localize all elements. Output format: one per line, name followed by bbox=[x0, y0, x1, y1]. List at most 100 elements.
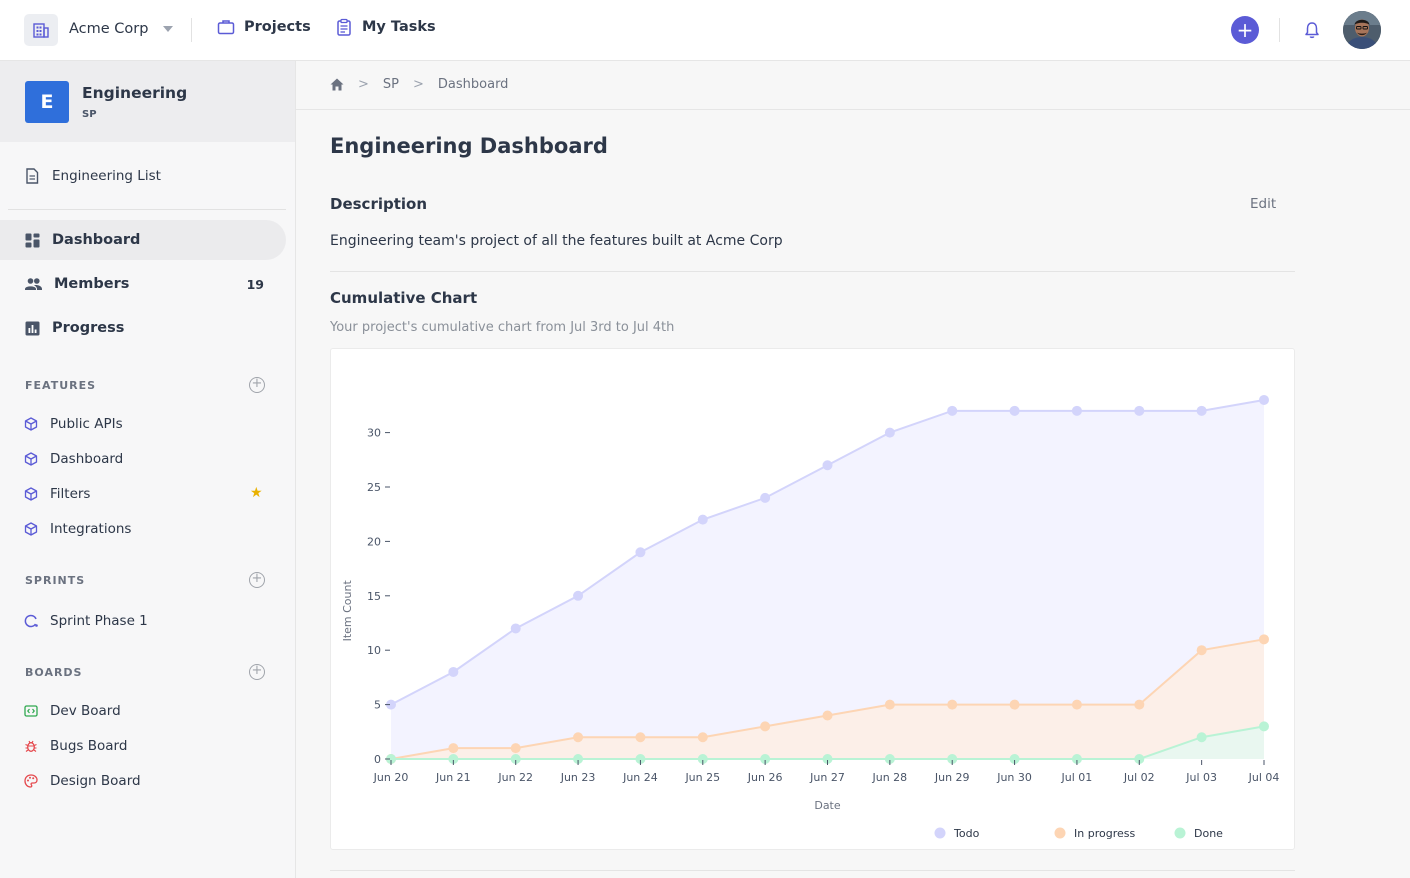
bug-icon bbox=[25, 740, 37, 752]
sidebar-item-progress[interactable]: Progress bbox=[0, 308, 286, 348]
description-text: Engineering team's project of all the fe… bbox=[330, 233, 783, 249]
add-sprint-icon[interactable]: + bbox=[249, 572, 265, 588]
sidebar-item-filters[interactable]: Filters bbox=[24, 486, 90, 502]
sidebar-item-label: Dashboard bbox=[52, 232, 141, 248]
data-point-in-progress bbox=[573, 732, 584, 743]
chevron-right-icon: > bbox=[358, 77, 369, 92]
org-dropdown-caret-icon[interactable] bbox=[163, 26, 173, 32]
data-point-todo bbox=[448, 666, 459, 677]
cumulative-chart-card: 0 5 10 15 20 25 30 Jun 20 Jun 21 Jun 22 Jun 23 Jun … bbox=[330, 348, 1295, 850]
member-count-badge: 19 bbox=[246, 276, 264, 292]
x-tick-label: Jun 21 bbox=[435, 771, 471, 784]
sidebar-item-label: Members bbox=[54, 276, 130, 292]
home-icon[interactable] bbox=[330, 78, 344, 91]
legend-swatch bbox=[934, 827, 946, 839]
x-tick-label: Jun 29 bbox=[934, 771, 970, 784]
sidebar-item-label: Sprint Phase 1 bbox=[50, 613, 148, 629]
y-axis-title: Item Count bbox=[341, 580, 354, 642]
avatar[interactable] bbox=[1343, 11, 1381, 49]
sidebar-item-label: Progress bbox=[52, 320, 125, 336]
add-feature-icon[interactable]: + bbox=[249, 377, 265, 393]
project-header[interactable]: E Engineering SP bbox=[0, 61, 295, 142]
data-point-in-progress bbox=[884, 699, 895, 710]
data-point-in-progress bbox=[510, 743, 521, 754]
sprints-section-title: SPRINTS bbox=[25, 574, 86, 587]
building-icon[interactable] bbox=[24, 14, 58, 46]
sidebar-item-label: Public APIs bbox=[50, 416, 123, 432]
add-board-icon[interactable]: + bbox=[249, 664, 265, 680]
data-point-todo bbox=[1196, 405, 1207, 416]
data-point-in-progress bbox=[448, 743, 459, 754]
edit-description-button[interactable]: Edit bbox=[1250, 196, 1276, 212]
sidebar-item-dev-board[interactable]: Dev Board bbox=[24, 703, 121, 719]
x-tick-label: Jun 28 bbox=[872, 771, 908, 784]
divider bbox=[1279, 18, 1280, 42]
x-tick-label: Jul 03 bbox=[1185, 771, 1217, 784]
data-point-in-progress bbox=[1259, 634, 1269, 645]
x-tick-label: Jun 30 bbox=[996, 771, 1032, 784]
x-tick-label: Jun 25 bbox=[684, 771, 720, 784]
x-axis-title: Date bbox=[814, 799, 841, 812]
org-name[interactable]: Acme Corp bbox=[69, 21, 148, 37]
data-point-todo bbox=[947, 405, 958, 416]
data-point-todo bbox=[573, 590, 584, 601]
data-point-in-progress bbox=[760, 721, 771, 732]
breadcrumb-item[interactable]: Dashboard bbox=[438, 77, 509, 92]
data-point-in-progress bbox=[947, 699, 958, 710]
data-point-todo bbox=[1259, 394, 1269, 405]
x-tick-label: Jun 26 bbox=[747, 771, 783, 784]
sidebar-item-label: Engineering List bbox=[52, 168, 161, 184]
sidebar-item-engineering-list[interactable]: Engineering List bbox=[25, 168, 161, 184]
x-tick-label: Jul 02 bbox=[1123, 771, 1155, 784]
divider bbox=[8, 209, 286, 210]
data-point-in-progress bbox=[1196, 645, 1207, 656]
cube-icon bbox=[24, 522, 38, 536]
cube-icon bbox=[24, 487, 38, 501]
main-content: > SP > Dashboard Engineering Dashboard D… bbox=[296, 61, 1410, 878]
sidebar-item-design-board[interactable]: Design Board bbox=[24, 773, 141, 789]
divider bbox=[330, 870, 1295, 871]
sidebar-item-bugs-board[interactable]: Bugs Board bbox=[24, 738, 127, 754]
nav-my-tasks[interactable]: My Tasks bbox=[335, 18, 436, 36]
divider bbox=[191, 18, 192, 42]
dashboard-icon bbox=[25, 233, 40, 247]
y-tick-label: 10 bbox=[367, 644, 381, 657]
sidebar-item-label: Bugs Board bbox=[50, 738, 128, 754]
project-key: SP bbox=[82, 109, 97, 120]
sidebar-item-sprint-phase-1[interactable]: Sprint Phase 1 bbox=[24, 613, 148, 629]
data-point-done bbox=[1196, 732, 1207, 743]
data-point-todo bbox=[697, 514, 708, 525]
nav-projects[interactable]: Projects bbox=[217, 18, 311, 36]
x-tick-label: Jun 24 bbox=[622, 771, 658, 784]
document-icon bbox=[26, 168, 39, 184]
y-tick-label: 5 bbox=[374, 699, 381, 712]
breadcrumb-item[interactable]: SP bbox=[383, 77, 399, 92]
sidebar-item-dashboard-feature[interactable]: Dashboard bbox=[24, 451, 123, 467]
sidebar-item-members[interactable]: Members 19 bbox=[0, 264, 286, 304]
x-tick-label: Jun 23 bbox=[560, 771, 596, 784]
sidebar-item-public-apis[interactable]: Public APIs bbox=[24, 416, 123, 432]
description-heading: Description bbox=[330, 195, 428, 213]
data-point-todo bbox=[635, 547, 646, 558]
star-icon[interactable]: ★ bbox=[250, 485, 263, 501]
create-button[interactable]: + bbox=[1231, 16, 1259, 44]
divider bbox=[330, 271, 1295, 272]
chart-subtitle: Your project's cumulative chart from Jul… bbox=[330, 320, 675, 335]
data-point-in-progress bbox=[822, 710, 833, 721]
sidebar-item-label: Dev Board bbox=[50, 703, 121, 719]
legend-swatch bbox=[1054, 827, 1066, 839]
y-tick-label: 15 bbox=[367, 590, 381, 603]
data-point-todo bbox=[1134, 405, 1145, 416]
data-point-in-progress bbox=[635, 732, 646, 743]
notification-bell-icon[interactable] bbox=[1302, 20, 1322, 44]
sidebar-item-dashboard[interactable]: Dashboard bbox=[0, 220, 286, 260]
cumulative-chart: 0 5 10 15 20 25 30 Jun 20 Jun 21 Jun 22 Jun 23 Jun … bbox=[341, 394, 1279, 840]
plus-icon: + bbox=[1236, 18, 1254, 42]
data-point-in-progress bbox=[1134, 699, 1145, 710]
x-tick-label: Jun 20 bbox=[373, 771, 409, 784]
y-tick-label: 0 bbox=[374, 753, 381, 766]
sidebar-item-integrations[interactable]: Integrations bbox=[24, 521, 131, 537]
breadcrumb-bar: > SP > Dashboard bbox=[296, 61, 1410, 110]
data-point-todo bbox=[760, 492, 771, 503]
sprint-icon bbox=[24, 614, 38, 628]
